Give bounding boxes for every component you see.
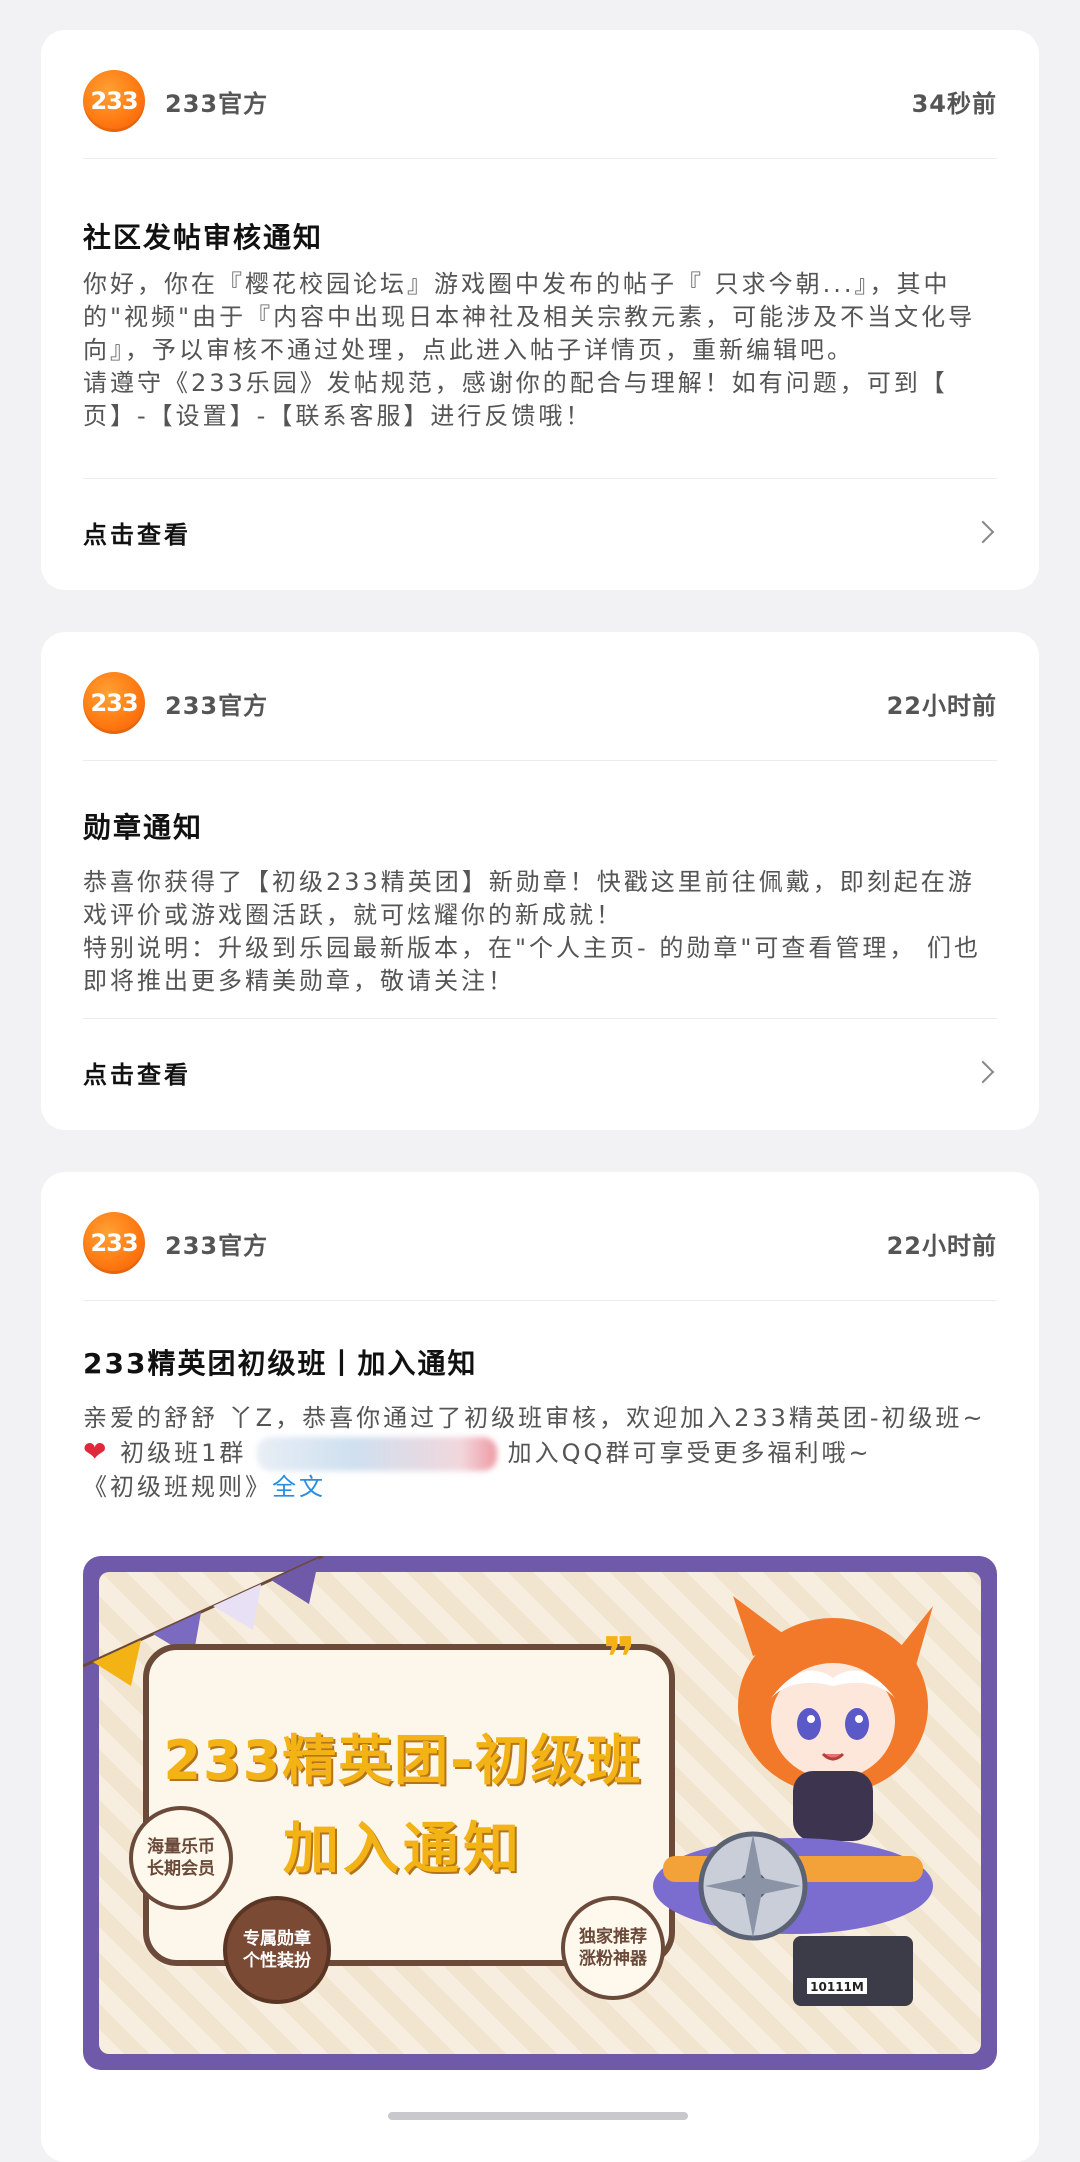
body-paragraph: ❤ 初级班1群 加入QQ群可享受更多福利哦~	[83, 1435, 997, 1471]
divider	[83, 1300, 997, 1301]
banner-subtitle: 加入通知	[283, 1817, 523, 1882]
timestamp: 22小时前	[886, 1231, 997, 1260]
divider	[83, 478, 997, 479]
group-text: 加入QQ群可享受更多福利哦~	[507, 1439, 872, 1467]
body-paragraph: 请遵守《233乐园》发帖规范，感谢你的配合与理解！如有问题，可到【 页】-【设置…	[83, 369, 948, 430]
notification-card[interactable]: 233 233官方 22小时前 勋章通知 恭喜你获得了【初级233精英团】新勋章…	[41, 632, 1039, 1130]
blurred-group-number	[257, 1437, 498, 1471]
home-indicator[interactable]	[388, 2112, 688, 2120]
quote-mark-icon: ❞	[603, 1626, 636, 1691]
divider	[83, 158, 997, 159]
avatar: 233	[83, 672, 145, 734]
notification-title: 勋章通知	[83, 811, 204, 844]
body-paragraph: 恭喜你获得了【初级233精英团】新勋章！快戳这里前往佩戴，即刻起在游戏评价或游戏…	[83, 868, 975, 929]
card-header: 233 233官方 22小时前	[83, 672, 997, 734]
timestamp: 34秒前	[911, 89, 997, 118]
sender-name: 233官方	[165, 691, 269, 720]
divider	[83, 1018, 997, 1019]
notification-body[interactable]: 亲爱的舒舒 丫Z，恭喜你通过了初级班审核，欢迎加入233精英团-初级班~ ❤ 初…	[83, 1402, 997, 1504]
notification-card[interactable]: 233 233官方 34秒前 社区发帖审核通知 你好，你在『樱花校园论坛』游戏圈…	[41, 30, 1039, 590]
divider	[83, 760, 997, 761]
body-paragraph: 亲爱的舒舒 丫Z，恭喜你通过了初级班审核，欢迎加入233精英团-初级班~	[83, 1404, 986, 1432]
rules-text: 《初级班规则》	[83, 1473, 272, 1501]
body-paragraph: 特别说明：升级到乐园最新版本，在"个人主页- 的勋章"可查看管理， 们也即将推出…	[83, 934, 981, 995]
avatar: 233	[83, 70, 145, 132]
group-label: 初级班1群	[120, 1439, 247, 1467]
view-details-button[interactable]: 点击查看	[83, 502, 997, 562]
mascot-character-icon: 10111M	[653, 1596, 933, 2006]
sender-name: 233官方	[165, 1231, 269, 1260]
body-paragraph: 你好，你在『樱花校园论坛』游戏圈中发布的帖子『 只求今朝...』，其中的"视频"…	[83, 270, 976, 364]
view-details-label: 点击查看	[83, 1060, 191, 1089]
notification-title: 社区发帖审核通知	[83, 221, 324, 254]
card-header: 233 233官方 34秒前	[83, 70, 997, 132]
badge-medal: 专属勋章 个性装扮	[223, 1896, 331, 2004]
avatar: 233	[83, 1212, 145, 1274]
notification-title: 233精英团初级班丨加入通知	[83, 1347, 478, 1380]
full-text-link[interactable]: 全文	[272, 1473, 326, 1501]
body-paragraph: 《初级班规则》全文	[83, 1471, 997, 1504]
notification-body[interactable]: 你好，你在『樱花校园论坛』游戏圈中发布的帖子『 只求今朝...』，其中的"视频"…	[83, 268, 997, 433]
chevron-right-icon	[971, 520, 995, 544]
notification-body[interactable]: 恭喜你获得了【初级233精英团】新勋章！快戳这里前往佩戴，即刻起在游戏评价或游戏…	[83, 866, 997, 998]
timestamp: 22小时前	[886, 691, 997, 720]
card-header: 233 233官方 22小时前	[83, 1212, 997, 1274]
banner-title: 233精英团-初级班	[163, 1729, 643, 1792]
badge-coins: 海量乐币 长期会员	[129, 1806, 233, 1910]
notification-card[interactable]: 233 233官方 22小时前 233精英团初级班丨加入通知 亲爱的舒舒 丫Z，…	[41, 1172, 1039, 2162]
stand-sign: 10111M	[810, 1980, 864, 1994]
view-details-button[interactable]: 点击查看	[83, 1042, 997, 1102]
heart-icon: ❤	[83, 1435, 110, 1468]
sender-name: 233官方	[165, 89, 269, 118]
view-details-label: 点击查看	[83, 520, 191, 549]
banner-image[interactable]: ❞ 233精英团-初级班 加入通知 海量乐币 长期会员 专属勋章 个性装扮 独家…	[83, 1556, 997, 2070]
chevron-right-icon	[971, 1060, 995, 1084]
